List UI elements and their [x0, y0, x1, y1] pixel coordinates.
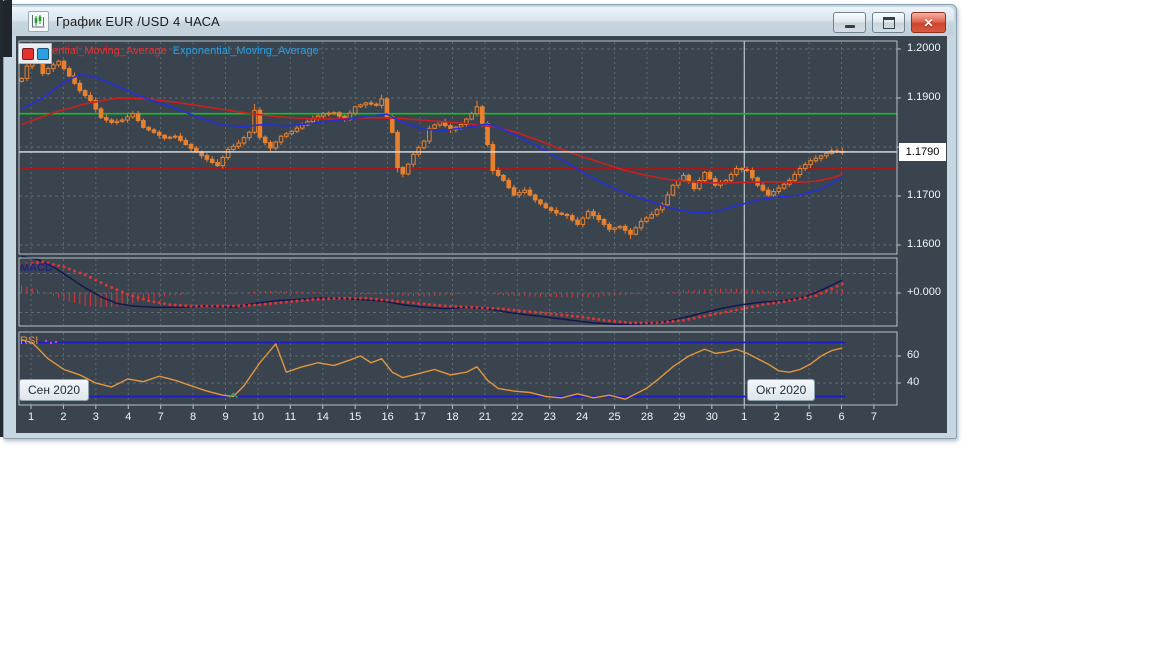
chart-window: График EUR /USD 4 ЧАСА ✕ ential_Moving_A… [3, 4, 957, 439]
date-axis-label: 16 [381, 411, 394, 423]
background-window-edge [0, 0, 3, 437]
date-axis-label: 18 [446, 411, 459, 423]
date-axis-label: 4 [125, 411, 132, 423]
date-axis-label: 2 [60, 411, 67, 423]
chart-client-area[interactable]: ential_Moving_Average Exponential_Moving… [16, 36, 947, 433]
rsi-axis-label: 40 [907, 376, 920, 388]
date-axis-label: 10 [251, 411, 265, 423]
ema-red-label: ential_Moving_Average [52, 45, 167, 57]
date-axis-label: 24 [576, 411, 589, 423]
blue-indicator-swatch[interactable] [36, 47, 49, 60]
date-axis-label: 21 [478, 411, 491, 423]
close-button[interactable]: ✕ [911, 12, 946, 33]
macd-axis-label: +0.000 [907, 286, 941, 298]
date-axis-label: 6 [838, 411, 845, 423]
current-price-badge: 1.1790 [899, 143, 946, 161]
date-axis-label: 1 [741, 411, 748, 423]
date-axis-label: 15 [349, 411, 362, 423]
date-axis-label: 5 [806, 411, 813, 423]
chart-canvas[interactable] [16, 36, 947, 433]
date-axis-label: 3 [92, 411, 99, 423]
date-axis-label: 25 [608, 411, 621, 423]
date-axis-label: 28 [640, 411, 654, 423]
window-titlebar[interactable]: График EUR /USD 4 ЧАСА ✕ [6, 7, 954, 35]
date-axis-label: 30 [705, 411, 718, 423]
date-axis-label: 9 [222, 411, 229, 423]
date-axis-label: 22 [511, 411, 524, 423]
price-axis-label: 1.2000 [907, 42, 941, 54]
date-axis-label: 14 [316, 411, 329, 423]
date-axis-label: 11 [284, 411, 297, 423]
date-axis-label: 17 [413, 411, 427, 423]
rsi-axis-label: 60 [907, 349, 920, 361]
macd-panel-label: MACD [20, 262, 53, 274]
price-axis-label: 1.1900 [907, 91, 941, 103]
minimize-button[interactable] [833, 12, 866, 33]
date-axis-label: 23 [543, 411, 556, 423]
price-axis-label: 1.1700 [907, 189, 941, 201]
date-axis-label: 2 [773, 411, 780, 423]
close-icon: ✕ [923, 15, 934, 30]
date-axis-label: 8 [190, 411, 197, 423]
date-axis-label: 29 [673, 411, 686, 423]
price-axis-label: 1.1600 [907, 238, 941, 250]
rsi-panel-label: RSI [20, 335, 39, 347]
indicator-buttons[interactable] [18, 43, 52, 64]
red-indicator-swatch[interactable] [21, 47, 34, 60]
minimize-icon [844, 24, 855, 28]
date-axis-label: 7 [870, 411, 877, 423]
date-axis-label: 1 [27, 411, 35, 423]
maximize-icon [882, 16, 895, 29]
candlestick-chart-icon [28, 10, 49, 32]
maximize-button[interactable] [872, 12, 905, 33]
date-axis-label: 7 [157, 411, 164, 423]
desktop: График EUR /USD 4 ЧАСА ✕ ential_Moving_A… [0, 0, 1152, 648]
window-title: График EUR /USD 4 ЧАСА [56, 13, 220, 29]
month-label-okt: Окт 2020 [747, 379, 816, 401]
month-label-sep: Сен 2020 [19, 379, 89, 401]
window-controls: ✕ [833, 12, 946, 33]
ema-blue-label: Exponential_Moving_Average [172, 45, 319, 57]
indicator-legend: ential_Moving_Average Exponential_Moving… [52, 45, 319, 57]
